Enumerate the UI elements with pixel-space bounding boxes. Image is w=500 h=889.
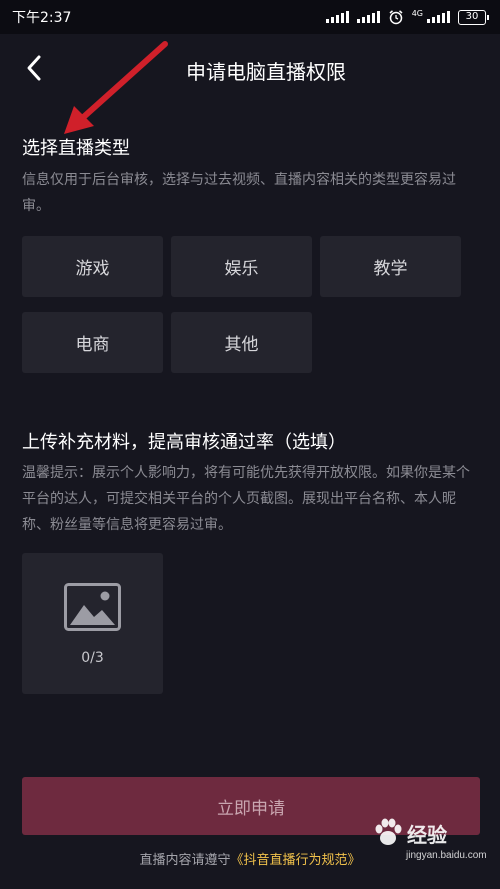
battery-level: 30 — [465, 10, 479, 22]
watermark-url: jingyan.baidu.com — [406, 850, 487, 861]
battery-icon: 30 — [458, 9, 489, 25]
image-icon — [64, 583, 121, 631]
rules-link[interactable]: 《抖音直播行为规范》 — [231, 853, 361, 868]
signal-icon — [325, 11, 349, 23]
live-type-title: 选择直播类型 — [22, 138, 130, 159]
watermark: 经验 jingyan.baidu.com — [372, 818, 496, 884]
footer-prefix: 直播内容请遵守 — [139, 853, 231, 868]
type-option-education[interactable]: 教学 — [320, 236, 461, 297]
upload-count: 0/3 — [81, 650, 104, 666]
live-type-description: 信息仅用于后台审核，选择与过去视频、直播内容相关的类型更容易过审。 — [22, 172, 456, 214]
materials-title: 上传补充材料，提高审核通过率（选填） — [22, 432, 346, 453]
type-option-ecommerce[interactable]: 电商 — [22, 312, 163, 373]
paw-logo-icon — [375, 818, 402, 845]
network-label: 4G — [411, 9, 423, 18]
status-icons: 4G 30 — [325, 9, 489, 25]
status-time: 下午2:37 — [12, 10, 72, 26]
type-option-other[interactable]: 其他 — [171, 312, 312, 373]
type-option-game[interactable]: 游戏 — [22, 236, 163, 297]
watermark-brand: 经验 — [407, 824, 447, 847]
signal-icon — [356, 11, 380, 23]
type-option-entertainment[interactable]: 娱乐 — [171, 236, 312, 297]
annotation-arrow-icon — [64, 41, 168, 134]
upload-image-button[interactable]: 0/3 — [22, 553, 163, 694]
status-bar: 下午2:37 4G 30 — [0, 0, 500, 34]
materials-description: 温馨提示：展示个人影响力，将有可能优先获得开放权限。如果你是某个平台的达人，可提… — [22, 465, 470, 533]
alarm-icon — [389, 10, 403, 25]
signal-icon — [427, 11, 450, 23]
